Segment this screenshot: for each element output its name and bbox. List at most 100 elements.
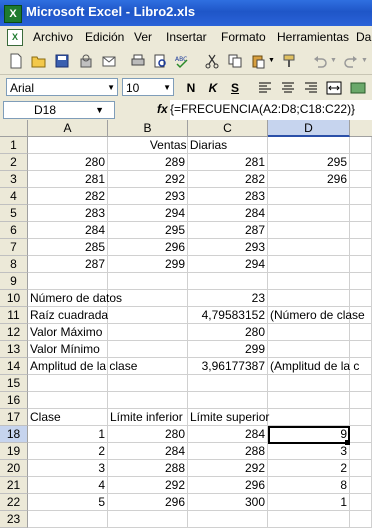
cell[interactable]: 8 (268, 477, 350, 494)
workbook-icon[interactable]: X (7, 29, 23, 46)
cell[interactable]: 285 (28, 239, 108, 256)
menu-ver[interactable]: Ver (134, 30, 152, 44)
paste-icon[interactable] (250, 53, 266, 69)
grid-cell[interactable] (28, 273, 108, 290)
row-header[interactable]: 4 (0, 188, 28, 205)
menu-herramientas[interactable]: Herramientas (277, 30, 349, 44)
print-icon[interactable] (130, 53, 146, 69)
spelling-icon[interactable]: ABC (174, 53, 190, 69)
cell[interactable]: 282 (28, 188, 108, 205)
grid-cell[interactable] (350, 256, 372, 273)
save-icon[interactable] (54, 53, 70, 69)
grid-cell[interactable] (350, 511, 372, 528)
cell[interactable]: 284 (188, 426, 268, 443)
cell-stat-value[interactable]: 299 (188, 341, 268, 358)
cell[interactable]: 280 (108, 426, 188, 443)
menu-formato[interactable]: Formato (221, 30, 266, 44)
grid-cell[interactable] (188, 273, 268, 290)
row-header[interactable]: 3 (0, 171, 28, 188)
font-name-combo[interactable]: Arial ▼ (6, 78, 118, 96)
redo-icon[interactable] (343, 53, 359, 69)
cell-stat-label[interactable]: Número de datos (28, 290, 188, 307)
cell-stat-note[interactable]: (Número de clase (268, 307, 372, 324)
cell[interactable]: 292 (108, 171, 188, 188)
column-header-e[interactable] (350, 120, 372, 137)
grid-cell[interactable] (350, 409, 372, 426)
row-header[interactable]: 8 (0, 256, 28, 273)
column-header-d[interactable]: D (268, 120, 350, 137)
grid-cell[interactable] (350, 205, 372, 222)
row-header[interactable]: 7 (0, 239, 28, 256)
paste-dropdown-icon[interactable]: ▼ (268, 57, 275, 64)
cell[interactable]: 287 (28, 256, 108, 273)
chevron-down-icon[interactable]: ▼ (107, 79, 115, 97)
cell[interactable]: 281 (188, 154, 268, 171)
formula-input[interactable]: {=FRECUENCIA(A2:D8;C18:C22)} (170, 100, 372, 120)
merge-center-icon[interactable] (326, 81, 342, 95)
cell[interactable]: 284 (188, 205, 268, 222)
grid-cell[interactable] (108, 273, 188, 290)
redo-dropdown-icon[interactable]: ▼ (361, 57, 368, 64)
cell[interactable]: 294 (108, 205, 188, 222)
undo-dropdown-icon[interactable]: ▼ (330, 57, 337, 64)
grid-cell[interactable] (350, 273, 372, 290)
cell[interactable]: 283 (188, 188, 268, 205)
cell[interactable] (268, 239, 350, 256)
menu-archivo[interactable]: Archivo (33, 30, 73, 44)
menu-datos[interactable]: Da (356, 30, 371, 44)
cell-title-ventas[interactable]: Ventas Diarias (28, 137, 350, 154)
print-preview-icon[interactable] (152, 53, 168, 69)
grid-cell[interactable] (350, 137, 372, 154)
row-header[interactable]: 2 (0, 154, 28, 171)
cell[interactable]: 296 (108, 239, 188, 256)
menu-edicion[interactable]: Edición (85, 30, 124, 44)
cell[interactable]: 284 (108, 443, 188, 460)
cell[interactable]: 3 (28, 460, 108, 477)
grid-cell[interactable] (350, 443, 372, 460)
grid-cell[interactable] (268, 375, 350, 392)
grid-cell[interactable] (350, 392, 372, 409)
cell-stat-value[interactable]: 4,79583152 (188, 307, 268, 324)
cell[interactable]: 294 (188, 256, 268, 273)
select-all-corner[interactable] (0, 120, 28, 137)
cell[interactable]: 292 (188, 460, 268, 477)
cell-stat-note[interactable] (268, 290, 372, 307)
cell[interactable]: 293 (188, 239, 268, 256)
copy-icon[interactable] (227, 53, 243, 69)
chevron-down-icon[interactable]: ▼ (163, 79, 171, 97)
grid-cell[interactable] (268, 392, 350, 409)
cell[interactable]: 283 (28, 205, 108, 222)
bold-button[interactable]: N (182, 79, 200, 97)
cell[interactable]: 287 (188, 222, 268, 239)
cell[interactable]: 3 (268, 443, 350, 460)
grid-cell[interactable] (350, 426, 372, 443)
row-header[interactable]: 1 (0, 137, 28, 154)
cell-header-clase[interactable]: Clase (28, 409, 108, 426)
cell[interactable] (268, 256, 350, 273)
cell[interactable]: 2 (28, 443, 108, 460)
grid-cell[interactable] (350, 375, 372, 392)
row-header[interactable]: 22 (0, 494, 28, 511)
cell[interactable]: 293 (108, 188, 188, 205)
grid-cell[interactable] (188, 375, 268, 392)
grid-cell[interactable] (268, 409, 350, 426)
row-header[interactable]: 6 (0, 222, 28, 239)
cell[interactable]: 4 (28, 477, 108, 494)
insert-function-icon[interactable]: fx (157, 102, 168, 116)
format-painter-icon[interactable] (282, 53, 298, 69)
grid-cell[interactable] (108, 375, 188, 392)
row-header[interactable]: 16 (0, 392, 28, 409)
permission-icon[interactable] (78, 53, 94, 69)
cell[interactable]: 1 (268, 494, 350, 511)
cell[interactable]: 288 (108, 460, 188, 477)
cell-stat-label[interactable]: Valor Máximo (28, 324, 188, 341)
cell[interactable]: 289 (108, 154, 188, 171)
grid-cell[interactable] (350, 171, 372, 188)
cell[interactable]: 280 (28, 154, 108, 171)
cell[interactable]: 282 (188, 171, 268, 188)
cell[interactable] (268, 188, 350, 205)
grid-cell[interactable] (350, 239, 372, 256)
italic-button[interactable]: K (204, 79, 222, 97)
cell[interactable]: 281 (28, 171, 108, 188)
grid-cell[interactable] (268, 511, 350, 528)
